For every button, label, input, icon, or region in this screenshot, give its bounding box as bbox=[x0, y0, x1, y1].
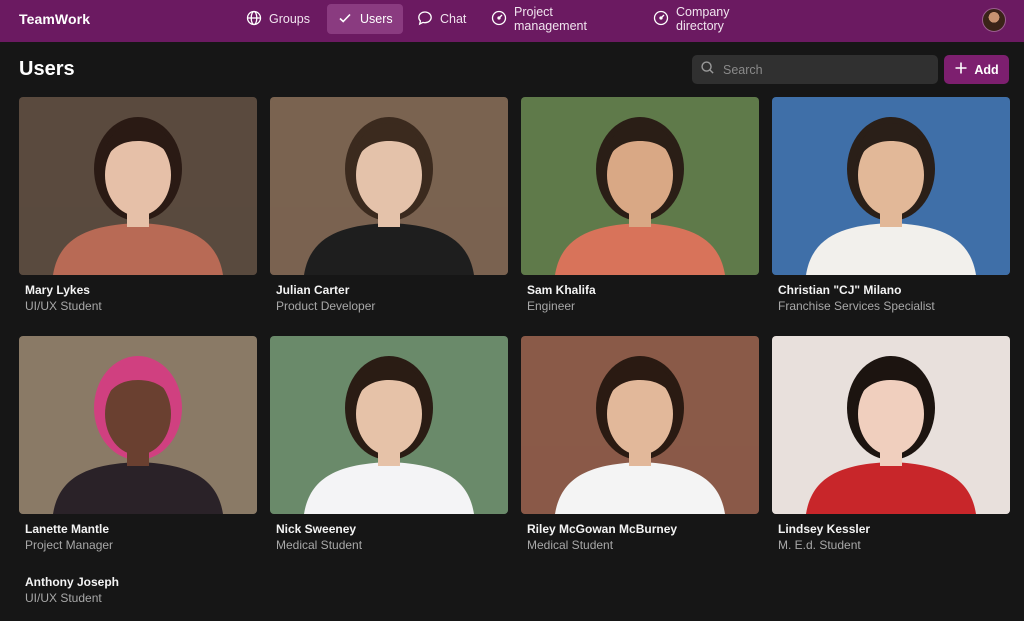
page-title: Users bbox=[19, 58, 75, 80]
user-card[interactable]: Lindsey Kessler M. E.d. Student bbox=[772, 336, 1010, 552]
user-card[interactable]: Lanette Mantle Project Manager bbox=[19, 336, 257, 552]
user-role: Product Developer bbox=[276, 299, 376, 313]
nav-chat-label: Chat bbox=[440, 12, 467, 26]
app-brand[interactable]: TeamWork bbox=[19, 11, 90, 27]
user-card[interactable]: Christian "CJ" Milano Franchise Services … bbox=[772, 97, 1010, 313]
user-name: Anthony Joseph bbox=[25, 575, 120, 589]
nav-groups-label: Groups bbox=[269, 12, 310, 26]
user-card[interactable]: Sam Khalifa Engineer bbox=[521, 97, 759, 313]
user-role: Engineer bbox=[527, 299, 576, 313]
user-photo bbox=[772, 97, 1010, 275]
user-name: Christian "CJ" Milano bbox=[778, 283, 902, 297]
add-user-button[interactable]: Add bbox=[944, 55, 1009, 84]
search-box[interactable] bbox=[692, 55, 938, 84]
plus-icon bbox=[954, 61, 968, 78]
user-photo bbox=[772, 336, 1010, 514]
user-role: M. E.d. Student bbox=[778, 538, 861, 552]
nav-company-directory[interactable]: Company directory bbox=[643, 4, 740, 34]
user-card[interactable]: Julian Carter Product Developer bbox=[270, 97, 508, 313]
user-role: Franchise Services Specialist bbox=[778, 299, 935, 313]
user-name: Sam Khalifa bbox=[527, 283, 596, 297]
user-name: Riley McGowan McBurney bbox=[527, 522, 678, 536]
nav-project-management-label: Project management bbox=[514, 5, 587, 33]
globe-icon bbox=[246, 10, 262, 29]
user-role: Medical Student bbox=[276, 538, 363, 552]
user-photo bbox=[521, 97, 759, 275]
user-name: Julian Carter bbox=[276, 283, 350, 297]
user-photo bbox=[270, 336, 508, 514]
user-card[interactable]: Riley McGowan McBurney Medical Student bbox=[521, 336, 759, 552]
nav-groups[interactable]: Groups bbox=[236, 4, 320, 34]
user-photo bbox=[521, 336, 759, 514]
user-photo bbox=[270, 97, 508, 275]
user-name: Nick Sweeney bbox=[276, 522, 357, 536]
nav-chat[interactable]: Chat bbox=[407, 4, 476, 34]
user-card[interactable]: Mary Lykes UI/UX Student bbox=[19, 97, 257, 313]
nav-users-label: Users bbox=[360, 12, 393, 26]
top-navigation-bar: TeamWork Groups Users Chat Project manag… bbox=[0, 0, 1024, 42]
user-name: Mary Lykes bbox=[25, 283, 90, 297]
gauge-icon bbox=[653, 10, 669, 29]
nav-users[interactable]: Users bbox=[327, 4, 403, 34]
user-role: Project Manager bbox=[25, 538, 114, 552]
gauge-icon bbox=[491, 10, 507, 29]
user-card[interactable]: Nick Sweeney Medical Student bbox=[270, 336, 508, 552]
check-icon bbox=[337, 10, 353, 29]
nav-company-directory-label: Company directory bbox=[676, 5, 730, 33]
user-photo bbox=[19, 336, 257, 514]
chat-bubble-icon bbox=[417, 10, 433, 29]
search-icon bbox=[700, 60, 715, 80]
user-name: Lindsey Kessler bbox=[778, 522, 871, 536]
nav-project-management[interactable]: Project management bbox=[481, 4, 597, 34]
user-name: Lanette Mantle bbox=[25, 522, 110, 536]
user-role: UI/UX Student bbox=[25, 299, 102, 313]
user-role: Medical Student bbox=[527, 538, 614, 552]
add-user-button-label: Add bbox=[974, 62, 999, 77]
search-input[interactable] bbox=[723, 62, 923, 77]
current-user-avatar[interactable] bbox=[982, 8, 1006, 32]
user-role: UI/UX Student bbox=[25, 591, 102, 605]
user-photo bbox=[19, 97, 257, 275]
